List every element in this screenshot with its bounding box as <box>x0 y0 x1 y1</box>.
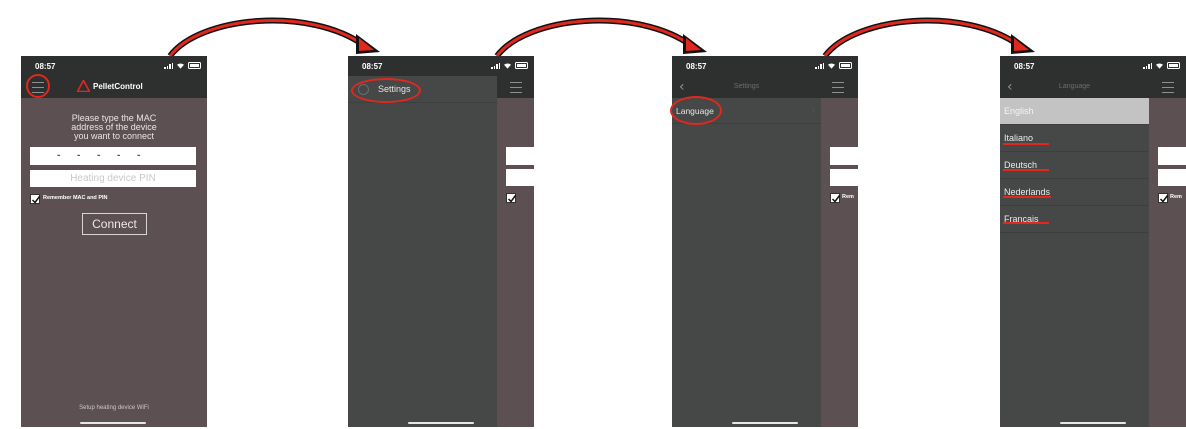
connect-button-label: Connect <box>92 217 137 231</box>
phone-screen-drawer: 08:57 Settings <box>348 56 534 427</box>
status-icons <box>491 62 528 69</box>
wifi-icon <box>504 63 511 69</box>
highlight-circle-hamburger <box>26 74 50 98</box>
app-bar <box>1149 76 1186 98</box>
screen-title: Settings <box>733 83 760 90</box>
status-icons <box>815 62 852 69</box>
phone-screen-connect: 08:57 PelletControl Please type the MAC … <box>21 56 207 427</box>
mac-address-input[interactable]: - - - - - <box>30 147 196 165</box>
device-pin-input <box>1158 169 1186 186</box>
language-panel: ‹ Language English Italiano Deutsch Nede… <box>1000 76 1149 427</box>
remember-checkbox[interactable] <box>30 194 41 204</box>
app-title: PelletControl <box>93 82 143 91</box>
underline-francais <box>1003 222 1049 224</box>
remember-checkbox <box>506 193 517 203</box>
pin-placeholder: Heating device PIN <box>70 173 156 184</box>
status-time: 08:57 <box>1014 62 1035 71</box>
remember-label-peek: Rem <box>842 194 854 200</box>
device-pin-input <box>830 169 858 186</box>
mac-address-input <box>830 147 858 165</box>
signal-icon <box>164 62 173 69</box>
chevron-right-icon: › <box>811 105 815 116</box>
signal-icon <box>815 62 824 69</box>
wifi-icon <box>177 63 184 69</box>
wifi-icon <box>1156 63 1163 69</box>
status-time: 08:57 <box>686 62 707 71</box>
status-bar: 08:57 <box>348 56 534 76</box>
hamburger-menu-icon[interactable] <box>832 82 844 93</box>
underline-nederlands <box>1003 196 1051 198</box>
checkmark-icon <box>831 195 841 203</box>
pelletcontrol-logo-icon <box>77 80 90 92</box>
drawer-panel: Settings <box>348 76 497 427</box>
status-time: 08:57 <box>362 62 383 71</box>
underlying-screen-peek: Rem <box>1149 76 1186 427</box>
signal-icon <box>1143 62 1152 69</box>
setup-wifi-link[interactable]: Setup heating device WiFi <box>21 405 207 411</box>
screen-title: Language <box>1058 83 1091 90</box>
hamburger-menu-icon[interactable] <box>1162 82 1174 93</box>
remember-label-peek: Rem <box>1170 194 1182 200</box>
device-pin-input <box>506 169 534 186</box>
status-icons <box>164 62 201 69</box>
language-label: Italiano <box>1004 133 1034 143</box>
language-option-english[interactable]: English <box>1000 98 1149 125</box>
underline-italiano <box>1003 143 1049 145</box>
battery-icon <box>839 62 852 69</box>
battery-icon <box>515 62 528 69</box>
mac-placeholder: - - - - - <box>57 150 141 161</box>
battery-icon <box>188 62 201 69</box>
connect-button[interactable]: Connect <box>82 213 147 235</box>
status-icons <box>1143 62 1180 69</box>
language-option-francais[interactable]: Français <box>1000 206 1149 233</box>
language-option-italiano[interactable]: Italiano <box>1000 125 1149 152</box>
remember-checkbox <box>1158 193 1169 203</box>
device-pin-input[interactable]: Heating device PIN <box>30 170 196 187</box>
mac-address-input <box>1158 147 1186 165</box>
flow-arrow-2 <box>494 17 707 58</box>
flow-arrow-1 <box>167 17 380 58</box>
mac-prompt: Please type the MAC address of the devic… <box>21 114 207 141</box>
checkmark-icon <box>31 196 41 204</box>
status-bar: 08:57 <box>672 56 858 76</box>
language-label: English <box>1004 106 1034 116</box>
remember-label: Remember MAC and PIN <box>43 195 108 201</box>
wifi-icon <box>828 63 835 69</box>
language-option-nederlands[interactable]: Nederlands <box>1000 179 1149 206</box>
home-indicator <box>1060 422 1126 424</box>
highlight-circle-settings <box>351 78 421 103</box>
prompt-line-3: you want to connect <box>73 131 155 141</box>
checkmark-icon <box>507 195 517 203</box>
underlying-screen-peek: Rem <box>821 76 858 427</box>
mac-address-input <box>506 147 534 165</box>
home-indicator <box>408 422 474 424</box>
highlight-circle-language <box>670 96 722 125</box>
language-option-deutsch[interactable]: Deutsch <box>1000 152 1149 179</box>
app-bar: ‹ Language <box>1000 76 1149 98</box>
app-bar <box>821 76 858 98</box>
app-bar <box>497 76 534 98</box>
phone-screen-language: 08:57 ‹ Language English Italiano Deutsc… <box>1000 56 1186 427</box>
checkmark-icon <box>1159 195 1169 203</box>
status-bar: 08:57 <box>1000 56 1186 76</box>
app-bar: ‹ Settings <box>672 76 821 98</box>
hamburger-menu-icon[interactable] <box>510 82 522 93</box>
status-bar: 08:57 <box>21 56 207 76</box>
home-indicator <box>80 422 146 424</box>
status-time: 08:57 <box>35 62 56 71</box>
underlying-screen-peek <box>497 76 534 427</box>
settings-panel: ‹ Settings Language › <box>672 76 821 427</box>
underline-deutsch <box>1003 169 1049 171</box>
home-indicator <box>732 422 798 424</box>
battery-icon <box>1167 62 1180 69</box>
remember-checkbox <box>830 193 841 203</box>
signal-icon <box>491 62 500 69</box>
flow-arrow-3 <box>822 17 1035 58</box>
